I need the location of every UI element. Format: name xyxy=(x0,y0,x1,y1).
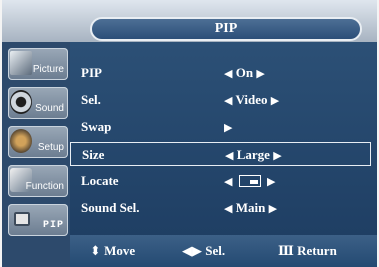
arrow-left-icon[interactable]: ◀ xyxy=(224,175,232,188)
sidebar: Picture Sound Setup Function PIP xyxy=(2,42,70,267)
arrow-right-icon[interactable]: ▶ xyxy=(267,175,275,188)
pip-osd-menu: PIP Picture Sound Setup Function PIP PIP… xyxy=(2,0,377,267)
arrow-right-icon[interactable]: ▶ xyxy=(273,149,281,162)
arrow-right-icon[interactable]: ▶ xyxy=(224,121,232,134)
picture-icon xyxy=(10,51,32,75)
footer-hints: ⬍ Move ◀▶ Sel. Ⅲ Return xyxy=(70,235,377,267)
value-text: Main xyxy=(235,200,266,215)
value-text: Video xyxy=(235,92,268,107)
sidebar-item-pip[interactable]: PIP xyxy=(8,204,68,236)
title-bar: PIP xyxy=(2,0,377,42)
row-value: ◀ ▶ xyxy=(224,173,275,189)
row-label: Sel. xyxy=(81,92,101,107)
sidebar-item-function[interactable]: Function xyxy=(8,165,68,197)
menu-row-size[interactable]: Size ◀ Large ▶ xyxy=(70,142,371,166)
pip-icon xyxy=(14,212,30,226)
row-value: ▶ xyxy=(224,119,232,135)
sidebar-item-label: Sound xyxy=(35,103,64,114)
row-value: ◀ Large ▶ xyxy=(225,147,282,163)
arrow-left-icon[interactable]: ◀ xyxy=(224,67,232,80)
menu-row-sound-sel[interactable]: Sound Sel. ◀ Main ▶ xyxy=(70,196,371,220)
menu-row-swap[interactable]: Swap ▶ xyxy=(70,115,371,139)
row-label: Swap xyxy=(81,119,112,134)
return-label: Return xyxy=(297,243,337,258)
sidebar-item-label: Function xyxy=(25,181,64,192)
move-label: Move xyxy=(104,243,136,258)
move-hint: ⬍ Move xyxy=(90,243,135,259)
sidebar-item-label: Picture xyxy=(32,64,64,75)
menu-icon: Ⅲ xyxy=(278,243,294,258)
menu-row-sel[interactable]: Sel. ◀ Video ▶ xyxy=(70,88,371,112)
value-text: Large xyxy=(236,147,270,162)
row-value: ◀ Main ▶ xyxy=(224,200,277,216)
sidebar-item-sound[interactable]: Sound xyxy=(8,87,68,119)
row-value: ◀ On ▶ xyxy=(224,65,265,81)
sel-label: Sel. xyxy=(205,243,226,258)
sidebar-item-setup[interactable]: Setup xyxy=(8,126,68,158)
menu-row-locate[interactable]: Locate ◀ ▶ xyxy=(70,169,371,193)
sidebar-item-label: PIP xyxy=(42,220,64,231)
row-label: Size xyxy=(82,147,105,162)
select-arrows-icon: ◀▶ xyxy=(182,243,202,258)
menu-title: PIP xyxy=(90,17,362,41)
value-text: On xyxy=(235,65,254,80)
row-label: PIP xyxy=(81,65,102,80)
sidebar-item-picture[interactable]: Picture xyxy=(8,48,68,80)
arrow-left-icon[interactable]: ◀ xyxy=(224,94,232,107)
row-value: ◀ Video ▶ xyxy=(224,92,279,108)
menu-row-pip[interactable]: PIP ◀ On ▶ xyxy=(70,61,371,85)
menu-panel: PIP ◀ On ▶ Sel. ◀ Video ▶ Swap ▶ Size ◀ … xyxy=(70,42,377,235)
arrow-right-icon[interactable]: ▶ xyxy=(256,67,264,80)
sidebar-item-label: Setup xyxy=(37,142,64,153)
arrow-left-icon[interactable]: ◀ xyxy=(225,149,233,162)
arrow-right-icon[interactable]: ▶ xyxy=(271,94,279,107)
speaker-icon xyxy=(10,90,32,114)
setup-icon xyxy=(10,129,32,153)
move-icon: ⬍ xyxy=(90,243,101,258)
arrow-left-icon[interactable]: ◀ xyxy=(224,202,232,215)
row-label: Locate xyxy=(81,173,119,188)
arrow-right-icon[interactable]: ▶ xyxy=(269,202,277,215)
locate-position-icon xyxy=(238,175,261,187)
sel-hint: ◀▶ Sel. xyxy=(182,243,225,259)
return-hint: Ⅲ Return xyxy=(278,243,337,259)
row-label: Sound Sel. xyxy=(81,200,140,215)
